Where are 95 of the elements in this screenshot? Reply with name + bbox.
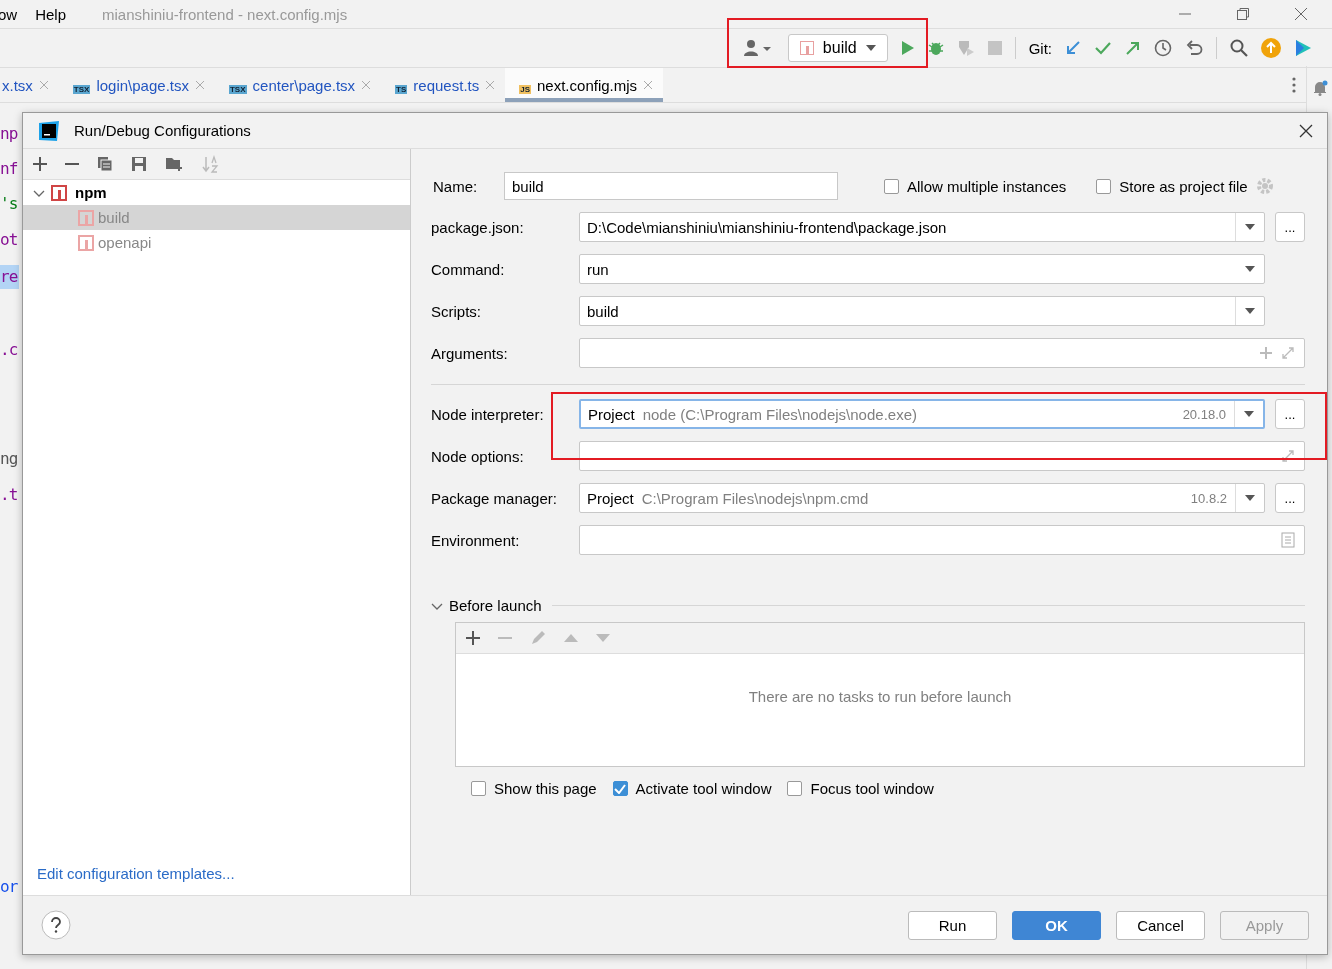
push-icon[interactable]: [1125, 40, 1141, 56]
close-tab-icon[interactable]: [195, 80, 205, 90]
close-tab-icon[interactable]: [38, 80, 49, 90]
git-label: Git:: [1028, 39, 1052, 57]
help-icon[interactable]: [41, 910, 71, 940]
dialog-button[interactable]: Cancel: [1116, 910, 1205, 940]
checkbox[interactable]: Store as project file: [1096, 177, 1248, 195]
code-text: np: [0, 123, 18, 145]
code-text: .t: [0, 484, 18, 506]
checkbox[interactable]: Show this page: [471, 780, 597, 797]
history-icon[interactable]: [1154, 39, 1172, 57]
caret-icon: [864, 44, 877, 52]
close-icon[interactable]: [1299, 123, 1313, 138]
dialog-button[interactable]: Run: [908, 910, 997, 940]
undo-icon[interactable]: [1185, 39, 1203, 57]
app-icon: [38, 119, 60, 142]
folder-add-icon[interactable]: [165, 156, 183, 172]
check-icon[interactable]: [1094, 40, 1112, 56]
npm-icon: [798, 40, 815, 56]
caret-icon[interactable]: [1244, 494, 1256, 502]
checkmark-icon: [614, 783, 627, 794]
add-icon[interactable]: [466, 631, 480, 645]
editor-tab[interactable]: JS next.config.mjs: [505, 68, 664, 102]
name-field[interactable]: build: [504, 172, 838, 200]
npm-icon: [51, 184, 67, 201]
window-title: mianshiniu-frontend - next.config.mjs: [102, 5, 348, 23]
code-text: .c: [0, 339, 18, 361]
tree-item[interactable]: openapi: [23, 230, 410, 255]
file-icon: TSX: [229, 84, 247, 94]
field-label: Node options:: [431, 447, 525, 465]
save-icon[interactable]: [131, 156, 147, 172]
search-icon[interactable]: [1230, 39, 1248, 57]
caret-icon[interactable]: [1244, 307, 1256, 315]
field-label: Environment:: [431, 531, 521, 549]
code-text: ot: [0, 229, 18, 251]
code-text: re: [0, 265, 20, 289]
close-tab-icon[interactable]: [643, 80, 654, 90]
editor-tab[interactable]: TSX center\page.tsx: [215, 68, 382, 102]
caret-icon[interactable]: [1243, 410, 1255, 418]
update-icon[interactable]: [1065, 40, 1081, 56]
copy-icon[interactable]: [97, 156, 113, 172]
file-icon: TSX: [72, 84, 91, 94]
field-label: Scripts:: [431, 302, 482, 320]
browse-button[interactable]: ...: [1275, 399, 1305, 429]
dialog-button[interactable]: OK: [1012, 910, 1101, 940]
add-icon[interactable]: [33, 157, 47, 171]
checkbox[interactable]: Activate tool window: [612, 780, 772, 797]
tree-group[interactable]: npm: [23, 180, 410, 205]
dropdown-field[interactable]: build: [579, 296, 1265, 326]
close-tab-icon[interactable]: [485, 80, 496, 90]
npm-icon: [78, 209, 94, 226]
app-logo-icon[interactable]: [1294, 38, 1312, 58]
code-text: 's: [0, 193, 18, 215]
close-tab-icon[interactable]: [361, 80, 372, 90]
input-field[interactable]: [579, 441, 1305, 471]
restore-icon[interactable]: [1236, 7, 1250, 21]
close-icon[interactable]: [1294, 7, 1308, 21]
upload-icon[interactable]: [1261, 38, 1281, 58]
npm-icon: [78, 234, 94, 251]
run-icon[interactable]: [900, 40, 915, 56]
file-icon: TS: [395, 84, 408, 94]
dropdown-field[interactable]: run: [579, 254, 1265, 284]
field-label: Package manager:: [431, 489, 558, 507]
caret-icon[interactable]: [1244, 265, 1256, 273]
browse-button[interactable]: ...: [1275, 212, 1305, 242]
more-icon[interactable]: [1292, 77, 1296, 93]
notification-icon[interactable]: [1311, 80, 1328, 96]
dropdown-field[interactable]: Project C:\Program Files\nodejs\npm.cmd 10.8.2: [579, 483, 1265, 513]
browse-button[interactable]: ...: [1275, 483, 1305, 513]
editor-tab[interactable]: TSX login\page.tsx: [58, 68, 215, 102]
templates-link[interactable]: Edit configuration templates...: [37, 865, 235, 882]
dropdown-field[interactable]: D:\Code\mianshiniu\mianshiniu-frontend\package.json: [579, 212, 1265, 242]
input-field[interactable]: [579, 525, 1305, 555]
run-config-dropdown[interactable]: build: [787, 34, 888, 62]
section-title[interactable]: Before launch: [449, 597, 542, 614]
field-label: Arguments:: [431, 344, 509, 362]
field-label: Name:: [432, 177, 479, 195]
bug-icon[interactable]: [927, 39, 944, 57]
field-label: Command:: [431, 260, 506, 278]
menu-item[interactable]: Help: [35, 5, 67, 23]
file-icon: JS: [519, 84, 531, 94]
code-text: nf: [0, 158, 18, 180]
caret-icon[interactable]: [1244, 223, 1256, 231]
field-label: package.json:: [431, 218, 525, 236]
empty-message: There are no tasks to run before launch: [748, 688, 1012, 707]
expand-icon[interactable]: [1281, 449, 1295, 463]
editor-tab[interactable]: x.tsx: [0, 68, 59, 102]
field-label: Node interpreter:: [431, 405, 545, 423]
checkbox[interactable]: Focus tool window: [787, 780, 934, 797]
code-text: or: [0, 876, 18, 898]
dialog-title: Run/Debug Configurations: [74, 122, 251, 139]
dropdown-field[interactable]: Project node (C:\Program Files\nodejs\node.exe) 20.18.0: [579, 399, 1265, 429]
editor-tab[interactable]: TS request.ts: [381, 68, 506, 102]
code-text: ng: [0, 448, 18, 470]
checkbox[interactable]: Allow multiple instances: [884, 177, 1067, 195]
